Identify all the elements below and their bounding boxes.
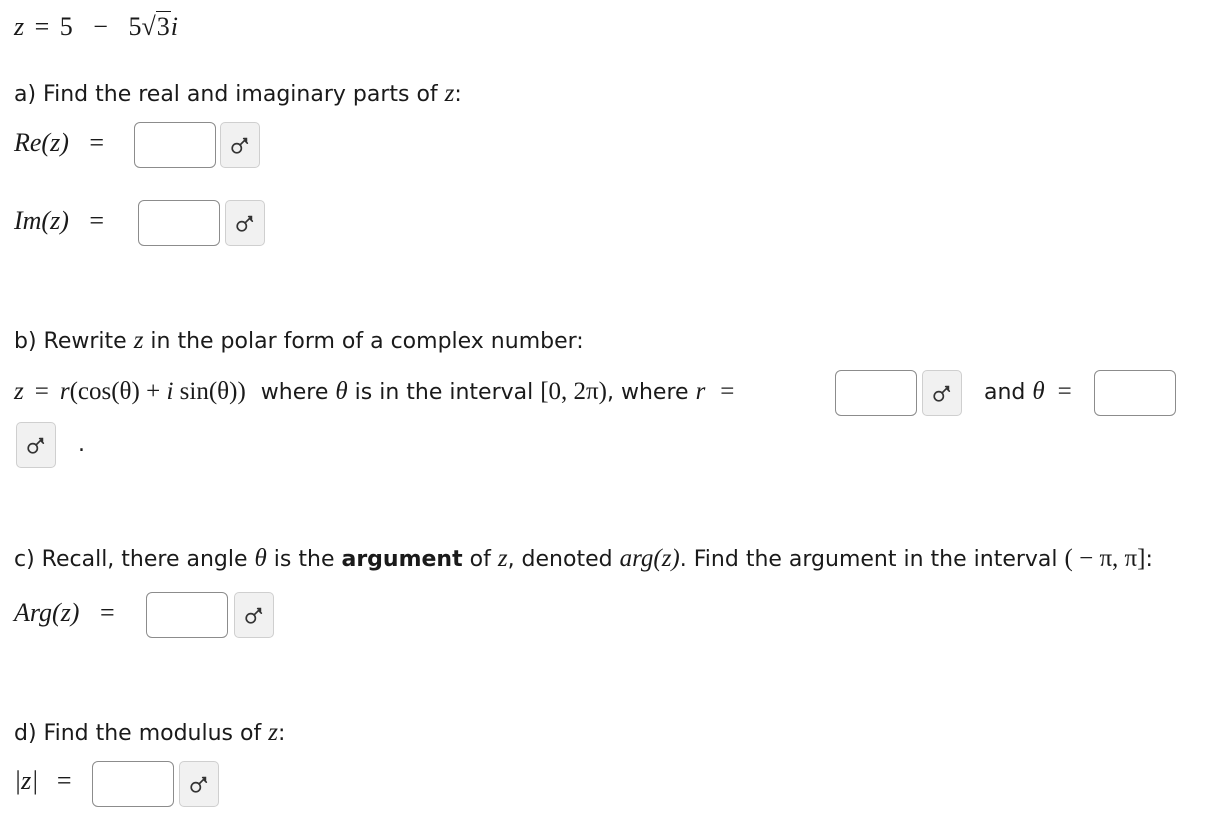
radical-sign: √	[141, 12, 156, 41]
theta-symbol: θ	[254, 545, 267, 572]
part-c-prompt: c) Recall, there angle θ is the argument…	[14, 545, 1153, 573]
r-variable: r	[695, 378, 706, 405]
modulus-preview-button[interactable]	[179, 761, 219, 807]
preview-key-icon	[933, 385, 951, 402]
polar-form-line: z = r(cos(θ) + i sin(θ)) where θ is in t…	[14, 378, 734, 406]
arg-answer-input[interactable]	[146, 592, 228, 638]
im-expression: Im(z)	[14, 206, 69, 235]
real-value: 5	[59, 12, 73, 41]
arg-equals: =	[99, 598, 115, 627]
part-c-text-3: of	[462, 547, 498, 572]
modulus-equals: =	[56, 766, 72, 795]
and-text: and	[984, 380, 1033, 405]
re-answer-input[interactable]	[134, 122, 216, 168]
im-preview-button[interactable]	[225, 200, 265, 246]
interval-text: is in the interval	[347, 380, 541, 405]
r-answer-input[interactable]	[835, 370, 917, 416]
part-a-text: a) Find the real and imaginary parts of	[14, 82, 445, 107]
arg-expression-label: Arg(z)	[14, 598, 80, 627]
minus-sign: −	[93, 12, 108, 41]
equals-sign: =	[34, 12, 50, 41]
part-c-colon: :	[1145, 547, 1153, 572]
theta-answer-input[interactable]	[1094, 370, 1176, 416]
part-c-text-1: c) Recall, there angle	[14, 547, 255, 572]
imaginary-unit: i	[170, 12, 178, 41]
problem-equation: z = 5 − 5√3i	[14, 11, 178, 42]
part-b-text: b) Rewrite	[14, 329, 134, 354]
arg-label: Arg(z) =	[14, 598, 115, 628]
interval-expression: [0, 2π)	[540, 378, 607, 405]
part-b-var: z	[133, 327, 144, 354]
theta-preview-button[interactable]	[16, 422, 56, 468]
radicand: 3	[155, 11, 171, 41]
r-equals: =	[720, 378, 735, 405]
preview-key-icon	[190, 776, 208, 793]
preview-key-icon	[27, 437, 45, 454]
re-preview-button[interactable]	[220, 122, 260, 168]
formula-sin: sin(θ))	[173, 378, 246, 405]
part-d-text: d) Find the modulus of	[14, 721, 269, 746]
im-label: Im(z) =	[14, 206, 104, 236]
modulus-label: |z| =	[14, 766, 72, 796]
preview-key-icon	[231, 137, 249, 154]
formula-equals: =	[34, 378, 49, 405]
square-root: √3	[141, 11, 171, 42]
formula-cos: (cos(θ) +	[69, 378, 167, 405]
part-c-text-5: . Find the argument in the interval	[679, 547, 1065, 572]
part-c-text-2: is the	[266, 547, 342, 572]
im-equals: =	[89, 206, 105, 235]
arg-expression: arg(z)	[619, 545, 680, 572]
re-equals: =	[89, 128, 105, 157]
part-b-prompt: b) Rewrite z in the polar form of a comp…	[14, 327, 584, 355]
part-a-prompt: a) Find the real and imaginary parts of …	[14, 80, 462, 108]
part-c-text-4: , denoted	[507, 547, 620, 572]
modulus-answer-input[interactable]	[92, 761, 174, 807]
z-variable: z	[14, 12, 25, 41]
coefficient: 5	[128, 12, 142, 41]
preview-key-icon	[245, 607, 263, 624]
formula-r: r	[59, 378, 70, 405]
period-mark: .	[78, 432, 85, 457]
part-d-colon: :	[277, 721, 286, 746]
part-d-prompt: d) Find the modulus of z:	[14, 719, 285, 747]
preview-key-icon	[236, 215, 254, 232]
theta-symbol: θ	[1032, 378, 1045, 405]
z-variable: z	[497, 545, 508, 572]
modulus-expression: |z|	[14, 766, 39, 795]
arg-preview-button[interactable]	[234, 592, 274, 638]
part-a-colon: :	[454, 82, 462, 107]
interval-expression: ( − π, π]	[1064, 545, 1146, 572]
re-label: Re(z) =	[14, 128, 104, 158]
argument-bold: argument	[341, 547, 463, 572]
part-d-var: z	[268, 719, 278, 746]
part-b-text-rest: in the polar form of a complex number:	[143, 329, 584, 354]
formula-z: z	[14, 378, 24, 405]
r-preview-button[interactable]	[922, 370, 962, 416]
part-a-var: z	[444, 80, 455, 107]
theta-symbol: θ	[335, 378, 348, 405]
where-r-text: , where	[607, 380, 696, 405]
im-answer-input[interactable]	[138, 200, 220, 246]
and-theta-label: and θ =	[984, 378, 1072, 406]
where-text: where	[260, 380, 336, 405]
re-expression: Re(z)	[14, 128, 69, 157]
theta-equals: =	[1057, 378, 1072, 405]
